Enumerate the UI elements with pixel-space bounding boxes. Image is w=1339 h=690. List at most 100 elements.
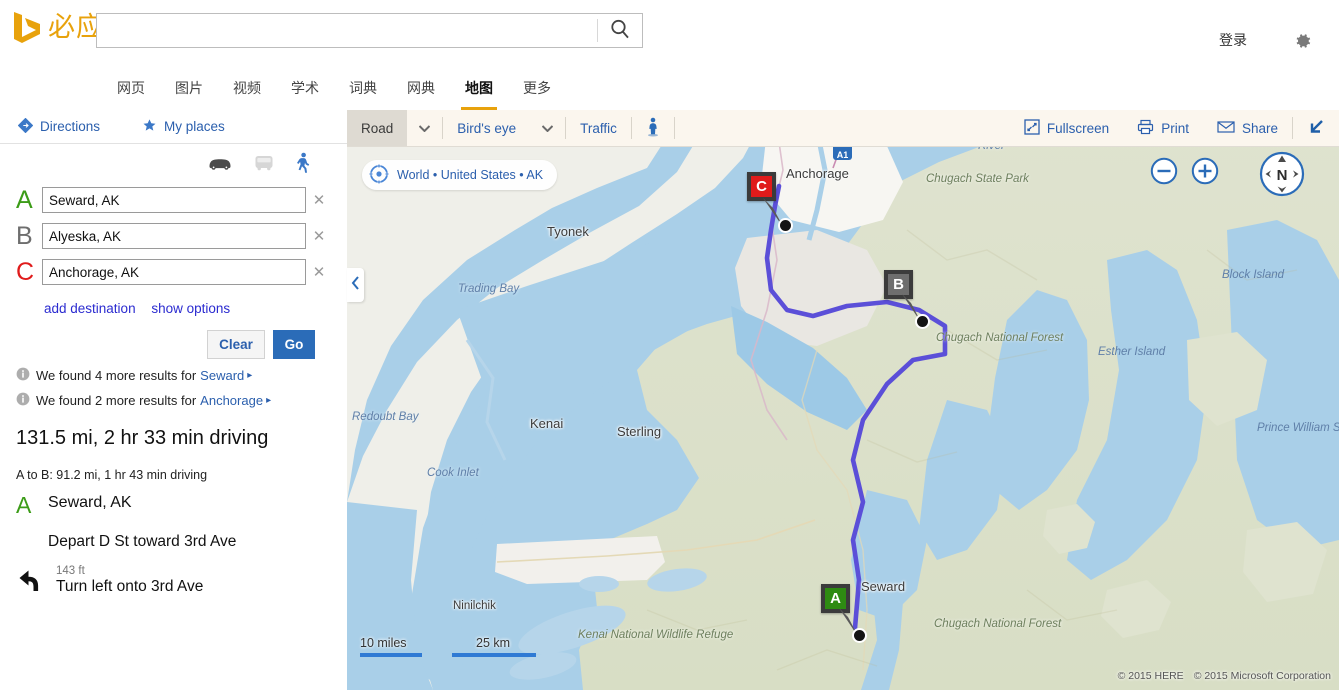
scale-miles-bar: [360, 653, 422, 657]
waypoint-letter-c: C: [16, 257, 35, 286]
waypoint-input-c[interactable]: [42, 259, 306, 285]
turn-left-icon: [16, 565, 56, 598]
bing-logo[interactable]: 必应: [12, 10, 104, 44]
nav-tab-dictionary[interactable]: 词典: [345, 72, 381, 107]
map-pin-a[interactable]: A: [821, 584, 867, 643]
info-message-seward-link[interactable]: Seward: [200, 368, 244, 383]
zoom-in-button[interactable]: [1191, 157, 1219, 190]
waypoint-row-c: C ✕: [0, 257, 347, 287]
waypoint-letter-b: B: [16, 221, 33, 250]
minus-circle-icon: [1150, 157, 1178, 189]
map-pin-b[interactable]: B: [884, 270, 930, 329]
route-turn-instruction: Turn left onto 3rd Ave: [56, 578, 204, 595]
nav-tab-academic[interactable]: 学术: [287, 72, 323, 107]
waypoint-input-b[interactable]: [42, 223, 306, 249]
bing-logo-icon: [12, 10, 42, 44]
route-turn-item: 143 ft Turn left onto 3rd Ave: [0, 551, 347, 598]
info-message-anchorage-text: We found 2 more results for: [36, 393, 197, 408]
search-button[interactable]: [598, 14, 642, 47]
sidebar-tab-directions[interactable]: Directions: [17, 117, 100, 136]
map-view-birdseye-caret-icon[interactable]: [530, 110, 565, 146]
info-message-seward: We found 4 more results for Seward ▸: [0, 367, 347, 384]
copyright-here: © 2015 HERE: [1117, 670, 1184, 682]
map-pin-a-dot: [852, 628, 867, 643]
map-toolbar-right: Fullscreen Print Share: [1010, 110, 1339, 146]
star-icon: [142, 118, 157, 136]
route-step-start: A Seward, AK: [0, 482, 347, 517]
nav-tab-maps[interactable]: 地图: [461, 72, 497, 110]
waypoint-links: add destination show options: [0, 287, 347, 316]
nav-tab-videos[interactable]: 视频: [229, 72, 265, 107]
map-toolbar: Road Bird's eye Traffic Fullscreen Print…: [347, 110, 1339, 147]
svg-text:N: N: [1277, 167, 1288, 184]
car-icon[interactable]: [207, 154, 233, 177]
go-button[interactable]: Go: [273, 330, 315, 359]
route-step-depart-text: Depart D St toward 3rd Ave: [48, 533, 237, 550]
chevron-right-icon[interactable]: ▸: [266, 395, 271, 406]
info-icon: [16, 367, 30, 384]
print-label: Print: [1161, 120, 1189, 136]
chevron-right-icon[interactable]: ▸: [247, 370, 252, 381]
bus-icon[interactable]: [253, 154, 275, 177]
sidebar-tab-my-places-label: My places: [164, 119, 225, 134]
waypoint-letter-a: A: [16, 185, 33, 214]
show-options-link[interactable]: show options: [151, 301, 230, 316]
collapse-panel-button[interactable]: [1293, 110, 1339, 146]
nav-tab-images[interactable]: 图片: [171, 72, 207, 107]
sidebar-collapse-tab[interactable]: [347, 268, 364, 302]
map-pin-c-dot: [778, 218, 793, 233]
compass-control[interactable]: N: [1259, 151, 1305, 202]
directions-buttons: Clear Go: [0, 316, 347, 359]
map-viewport[interactable]: Anchorage Seward Tyonek Kenai Sterling N…: [347, 110, 1339, 690]
map-scale-bar: 10 miles 25 km: [360, 636, 536, 657]
waypoint-clear-b-icon[interactable]: ✕: [306, 227, 332, 245]
nav-tabs: 网页 图片 视频 学术 词典 网典 地图 更多: [0, 72, 1339, 110]
nav-tab-encyclopedia[interactable]: 网典: [403, 72, 439, 107]
gear-icon[interactable]: [1293, 31, 1313, 56]
waypoint-input-a[interactable]: [42, 187, 306, 213]
zoom-out-button[interactable]: [1150, 157, 1178, 190]
info-message-anchorage-link[interactable]: Anchorage: [200, 393, 263, 408]
sign-in-link[interactable]: 登录: [1219, 30, 1247, 50]
map-view-birdseye-button[interactable]: Bird's eye: [443, 110, 530, 146]
map-view-road-button[interactable]: Road: [347, 110, 408, 146]
map-traffic-button[interactable]: Traffic: [566, 110, 631, 146]
fullscreen-button[interactable]: Fullscreen: [1010, 110, 1123, 146]
map-pin-c[interactable]: C: [747, 172, 793, 233]
directions-icon: [17, 117, 34, 136]
bing-maps-page: 必应 登录 网页 图片 视频 学术 词典 网典 地图 更多 Directions…: [0, 0, 1339, 690]
streetside-button[interactable]: [632, 110, 674, 146]
pegman-icon: [646, 117, 660, 140]
sidebar-tab-my-places[interactable]: My places: [142, 118, 225, 136]
clear-button[interactable]: Clear: [207, 330, 265, 359]
share-button[interactable]: Share: [1203, 110, 1292, 146]
scale-km-label: 25 km: [476, 636, 511, 650]
scale-km: 25 km: [452, 636, 536, 657]
envelope-icon: [1217, 120, 1235, 137]
scale-miles-label: 10 miles: [360, 636, 407, 650]
map-view-road-caret-icon[interactable]: [407, 110, 442, 146]
route-step-letter-a: A: [16, 492, 32, 518]
waypoint-clear-c-icon[interactable]: ✕: [306, 263, 332, 281]
locate-crosshair-icon[interactable]: [368, 163, 390, 188]
leg-summary: A to B: 91.2 mi, 1 hr 43 min driving: [16, 468, 208, 482]
info-icon: [16, 392, 30, 409]
waypoint-clear-a-icon[interactable]: ✕: [306, 191, 332, 209]
search-input[interactable]: [97, 14, 597, 47]
map-breadcrumb[interactable]: World • United States • AK: [362, 160, 558, 190]
walking-icon[interactable]: [295, 152, 311, 179]
fullscreen-label: Fullscreen: [1046, 120, 1110, 136]
sidebar-tabs: Directions My places: [0, 110, 347, 144]
printer-icon: [1137, 119, 1154, 138]
nav-tab-more[interactable]: 更多: [519, 72, 555, 107]
info-message-seward-text: We found 4 more results for: [36, 368, 197, 383]
route-turn-distance: 143 ft: [56, 565, 85, 577]
compass-icon: N: [1259, 151, 1305, 201]
add-destination-link[interactable]: add destination: [44, 301, 136, 316]
scale-km-bar: [452, 653, 536, 657]
directions-sidebar: Directions My places A Seward, AK ✕ B Al…: [0, 110, 347, 690]
nav-tab-webpages[interactable]: 网页: [113, 72, 149, 107]
transport-modes: [0, 144, 347, 179]
search-box[interactable]: [96, 13, 643, 48]
print-button[interactable]: Print: [1123, 110, 1203, 146]
